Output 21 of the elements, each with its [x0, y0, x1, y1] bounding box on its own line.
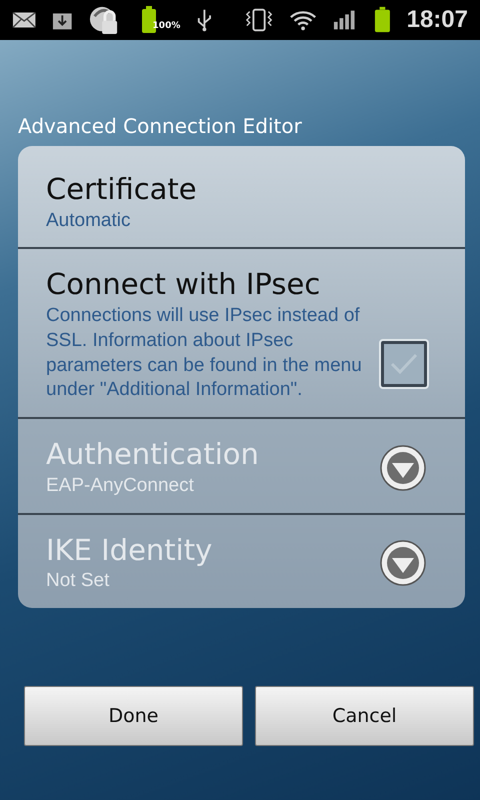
dialog-button[interactable]: Cancel	[255, 686, 474, 746]
setting-row[interactable]: Certificate Automatic	[18, 146, 465, 248]
setting-title: Connect with IPsec	[46, 267, 322, 302]
vibrate-icon	[245, 7, 274, 33]
checkbox[interactable]	[381, 341, 427, 388]
setting-summary: Not Set	[46, 569, 110, 594]
battery-icon	[374, 6, 391, 34]
usb-icon	[196, 7, 214, 33]
setting-title: IKE Identity	[46, 532, 214, 568]
dialog-button[interactable]: Done	[24, 686, 243, 746]
clock: 18:07	[406, 5, 468, 35]
setting-row[interactable]: Connect with IPsec Connections will use IPsec instead of SSL. Information about IPsec parameters can be found in the menu under "Additional Information".	[18, 247, 465, 418]
setting-title: Certificate	[46, 172, 198, 207]
setting-summary: EAP-AnyConnect	[46, 474, 195, 498]
setting-summary: Connections will use IPsec instead of SSL. Information about IPsec parameters can be found in the menu under "Additional Information".	[46, 304, 363, 402]
setting-summary: Automatic	[46, 208, 132, 233]
dialog-title: Advanced Connection Editor	[17, 113, 303, 140]
setting-title: Authentication	[46, 437, 260, 472]
mail-icon	[12, 11, 36, 29]
wifi-icon	[289, 8, 318, 32]
check-icon	[389, 352, 419, 376]
